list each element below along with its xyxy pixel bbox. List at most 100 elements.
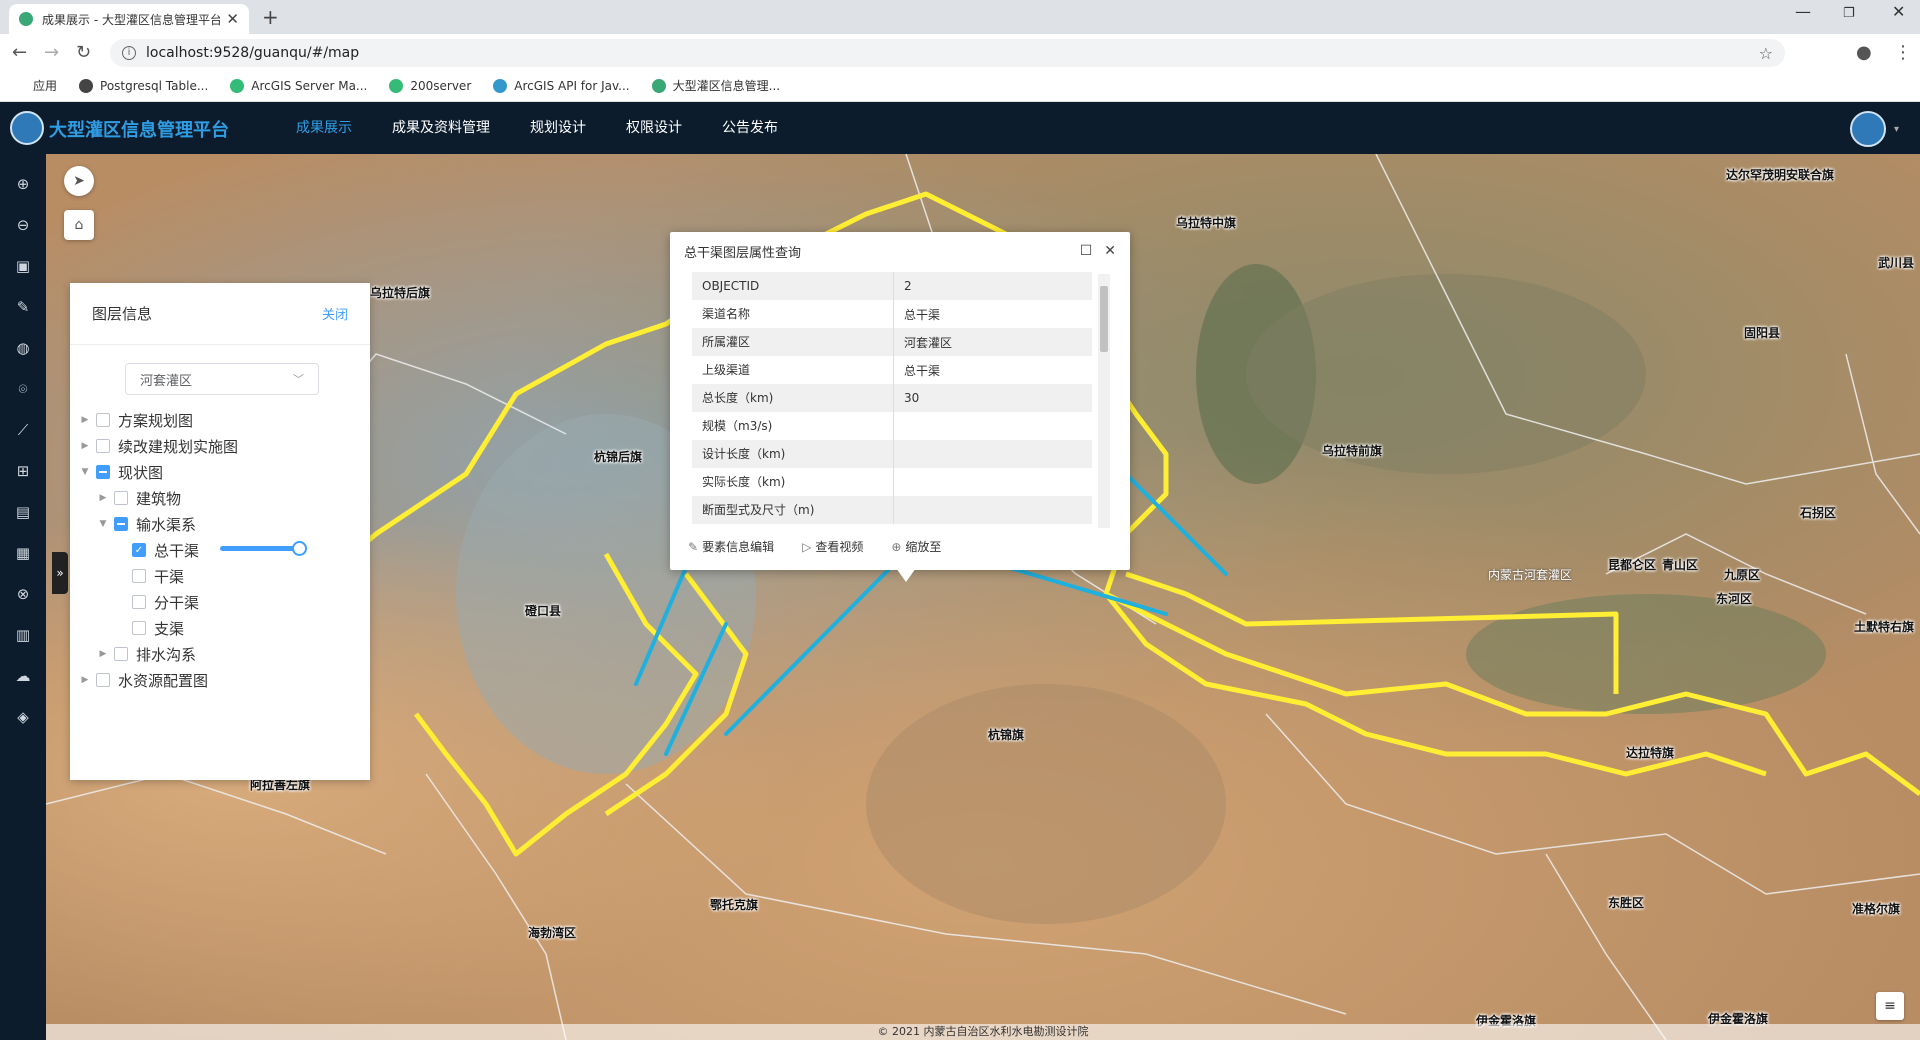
tree-node[interactable]: ▶ 续改建规划实施图 [78, 433, 238, 459]
chevron-down-icon[interactable]: ▾ [1894, 124, 1899, 135]
avatar[interactable] [1850, 111, 1886, 147]
menu-item-announcements[interactable]: 公告发布 [702, 102, 798, 154]
table-row: 所属灌区 河套灌区 [692, 328, 1092, 356]
tree-checkbox[interactable]: ✓ [132, 543, 146, 557]
close-icon[interactable]: ✕ [1104, 243, 1116, 259]
expand-arrow-icon[interactable]: ▶ [78, 441, 92, 451]
measure-icon[interactable]: ⊞ [0, 456, 46, 486]
line-icon[interactable]: ⟋ [0, 415, 46, 445]
browser-tab[interactable]: 成果展示 - 大型灌区信息管理平台 ✕ [9, 4, 249, 34]
restore-icon[interactable]: ❐ [1843, 6, 1855, 21]
app-title: 大型灌区信息管理平台 [49, 120, 229, 141]
chart-icon[interactable]: ▥ [0, 620, 46, 650]
layer-icon[interactable]: ▣ [0, 251, 46, 281]
maximize-icon[interactable]: ☐ [1080, 243, 1093, 259]
expand-arrow-icon[interactable]: ▶ [96, 493, 110, 503]
reload-icon[interactable]: ↻ [76, 42, 91, 63]
bookmark-arcgis-server[interactable]: ArcGIS Server Ma... [230, 78, 367, 93]
table-row: 渠道名称 总干渠 [692, 300, 1092, 328]
tree-node[interactable]: ▼ 现状图 [78, 459, 163, 485]
slider-handle[interactable] [292, 541, 307, 556]
district-select[interactable]: 河套灌区 ﹀ [125, 363, 319, 395]
layer-opacity-slider[interactable] [220, 541, 308, 556]
tree-node[interactable]: 干渠 [114, 563, 184, 589]
tree-checkbox[interactable] [132, 569, 146, 583]
table-row: 设计长度（km) [692, 440, 1092, 468]
tree-node[interactable]: ✓ 总干渠 [114, 537, 199, 563]
tag-icon[interactable]: ◈ [0, 702, 46, 732]
panel-expand-icon[interactable]: » [52, 552, 68, 594]
menu-item-planning[interactable]: 规划设计 [510, 102, 606, 154]
tree-checkbox[interactable] [114, 491, 128, 505]
popup-scrollbar[interactable] [1098, 274, 1110, 528]
collapse-arrow-icon[interactable]: ▼ [78, 467, 92, 477]
tree-node[interactable]: ▼ 输水渠系 [96, 511, 196, 537]
forward-icon[interactable]: → [44, 42, 59, 63]
bookmark-200server[interactable]: 200server [389, 78, 471, 93]
edit-feature-button[interactable]: ✎ 要素信息编辑 [688, 538, 774, 555]
table-row: 实际长度（km) [692, 468, 1092, 496]
bookmark-platform[interactable]: 大型灌区信息管理... [651, 77, 780, 94]
map-label: 东胜区 [1608, 896, 1645, 910]
tree-checkbox[interactable] [96, 413, 110, 427]
zoom-in-icon[interactable]: ⊕ [0, 169, 46, 199]
pin-icon[interactable]: ⌾ [0, 374, 46, 404]
tree-node[interactable]: ▶ 排水沟系 [96, 641, 196, 667]
tab-close-icon[interactable]: ✕ [226, 10, 239, 28]
edit-icon[interactable]: ✎ [0, 292, 46, 322]
expand-arrow-icon[interactable]: ▶ [78, 675, 92, 685]
bookmark-label: Postgresql Table... [100, 78, 209, 93]
new-tab-icon[interactable]: + [262, 5, 279, 29]
play-icon: ▷ [802, 540, 812, 554]
tree-node[interactable]: ▶ 方案规划图 [78, 407, 193, 433]
bookmark-apps[interactable]: 应用 [12, 77, 57, 94]
ruler-icon[interactable]: ▤ [0, 497, 46, 527]
menu-item-permissions[interactable]: 权限设计 [606, 102, 702, 154]
upload-icon[interactable]: ☁ [0, 661, 46, 691]
zoom-out-icon[interactable]: ⊖ [0, 210, 46, 240]
compass-icon[interactable]: ⊗ [0, 579, 46, 609]
bus-icon[interactable]: ▦ [0, 538, 46, 568]
table-row: 规模（m3/s) [692, 412, 1092, 440]
tree-node[interactable]: 分干渠 [114, 589, 199, 615]
table-row: 断面型式及尺寸（m) [692, 496, 1092, 524]
tree-checkbox[interactable] [132, 621, 146, 635]
collapse-arrow-icon[interactable]: ▼ [96, 519, 110, 529]
info-icon[interactable]: i [122, 46, 136, 60]
layer-panel-header: 图层信息 关闭 [70, 283, 370, 345]
tree-node[interactable]: 支渠 [114, 615, 184, 641]
expand-arrow-icon[interactable]: ▶ [96, 649, 110, 659]
tree-checkbox[interactable] [96, 439, 110, 453]
home-icon[interactable]: ⌂ [64, 210, 94, 240]
bookmark-postgres[interactable]: Postgresql Table... [79, 78, 209, 93]
minimize-icon[interactable]: — [1795, 2, 1811, 21]
account-icon[interactable]: ● [1856, 42, 1872, 63]
url-text[interactable]: localhost:9528/guanqu/#/map [146, 45, 1759, 61]
kebab-menu-icon[interactable]: ⋮ [1894, 42, 1912, 63]
zoom-icon: ⊕ [891, 540, 902, 554]
menu-item-results[interactable]: 成果展示 [276, 102, 372, 154]
tree-checkbox[interactable] [114, 517, 128, 531]
globe-icon[interactable]: ◍ [0, 333, 46, 363]
tree-checkbox[interactable] [96, 673, 110, 687]
tree-node[interactable]: ▶ 水资源配置图 [78, 667, 208, 693]
list-menu-icon[interactable]: ≡ [1876, 992, 1904, 1020]
back-icon[interactable]: ← [12, 42, 27, 63]
expand-arrow-icon[interactable]: ▶ [78, 415, 92, 425]
layer-panel-close-button[interactable]: 关闭 [322, 304, 348, 323]
tree-checkbox[interactable] [114, 647, 128, 661]
view-video-button[interactable]: ▷ 查看视频 [802, 538, 863, 555]
tree-checkbox[interactable] [132, 595, 146, 609]
tree-node-label: 干渠 [154, 567, 185, 586]
tree-checkbox[interactable] [96, 465, 110, 479]
tree-node[interactable]: ▶ 建筑物 [96, 485, 181, 511]
menu-item-data-management[interactable]: 成果及资料管理 [372, 102, 510, 154]
bookmark-star-icon[interactable]: ☆ [1759, 44, 1773, 63]
window-close-icon[interactable]: ✕ [1892, 2, 1905, 21]
scrollbar-thumb[interactable] [1100, 286, 1108, 352]
omnibox[interactable]: i localhost:9528/guanqu/#/map ☆ [110, 39, 1785, 67]
bookmark-arcgis-api[interactable]: ArcGIS API for Jav... [493, 78, 630, 93]
tree-node-label: 输水渠系 [136, 515, 197, 534]
compass-icon[interactable]: ➤ [64, 166, 94, 196]
zoom-to-button[interactable]: ⊕ 缩放至 [891, 538, 941, 555]
